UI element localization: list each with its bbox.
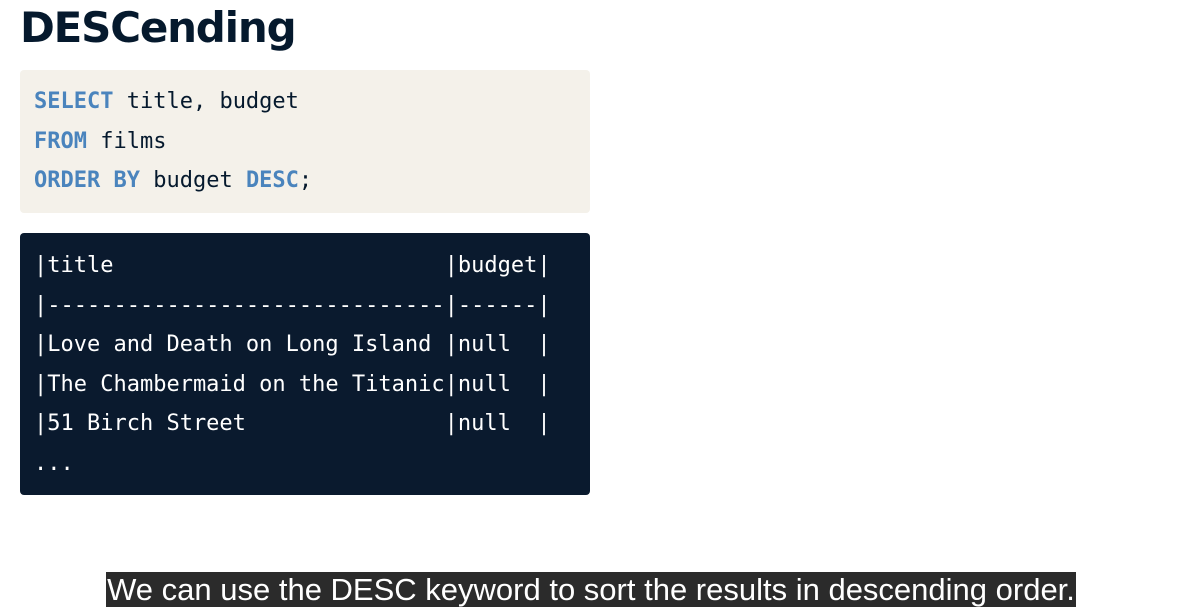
sql-code-block: SELECT title, budget FROM films ORDER BY… bbox=[20, 70, 590, 213]
page-title: DESCending bbox=[20, 3, 297, 52]
from-table: films bbox=[86, 128, 167, 154]
keyword-order-by: ORDER BY bbox=[34, 168, 140, 193]
code-line-order-by: ORDER BY budget DESC; bbox=[34, 161, 576, 201]
code-line-select: SELECT title, budget bbox=[34, 82, 576, 122]
output-row: |51 Birch Street |null | bbox=[34, 411, 551, 436]
subtitle-caption: We can use the DESC keyword to sort the … bbox=[106, 572, 1076, 607]
keyword-desc: DESC bbox=[245, 168, 299, 193]
keyword-select: SELECT bbox=[34, 89, 114, 114]
select-columns: title, budget bbox=[113, 89, 299, 114]
keyword-from: FROM bbox=[34, 128, 87, 154]
order-column: budget bbox=[139, 168, 246, 193]
subtitle-container: We can use the DESC keyword to sort the … bbox=[0, 572, 1182, 607]
output-row: |The Chambermaid on the Titanic|null | bbox=[34, 371, 551, 397]
output-header-row: |title |budget| bbox=[34, 253, 551, 278]
output-separator-row: |------------------------------|------| bbox=[34, 292, 551, 318]
output-row: |Love and Death on Long Island |null | bbox=[34, 332, 551, 357]
statement-terminator: ; bbox=[298, 168, 313, 193]
query-output-block: |title |budget| |-----------------------… bbox=[20, 233, 590, 495]
output-ellipsis: ... bbox=[34, 450, 74, 476]
code-line-from: FROM films bbox=[34, 122, 576, 162]
